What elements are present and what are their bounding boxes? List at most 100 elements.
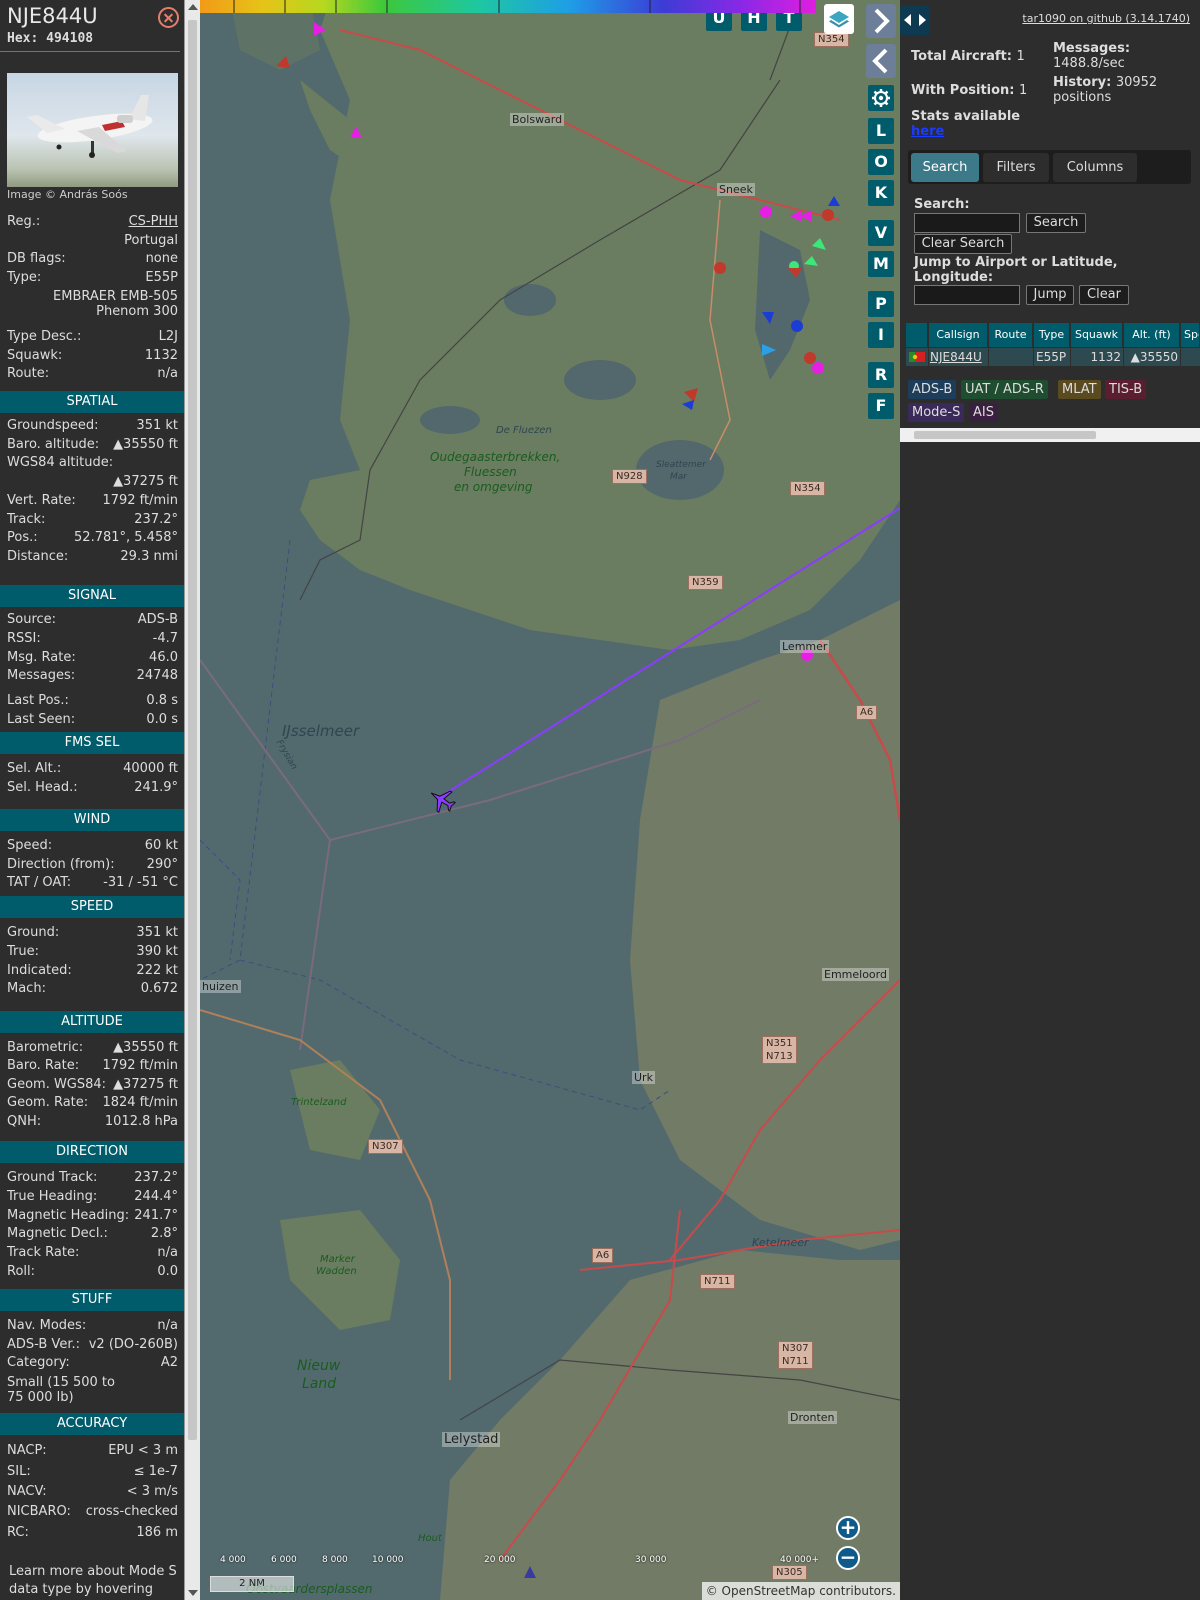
chip-tisb[interactable]: TIS-B (1105, 380, 1147, 399)
jump-label-line1: Jump to Airport or Latitude, (914, 255, 1118, 270)
version-link[interactable]: tar1090 on github (3.14.1740) (1022, 12, 1190, 25)
row-speed-3-label: Mach: (7, 981, 46, 996)
tab-filters[interactable]: Filters (983, 153, 1049, 182)
chevron-right-icon (874, 8, 890, 34)
header-squawk[interactable]: Squawk (1071, 323, 1123, 347)
row-speed-2-label: Indicated: (7, 963, 72, 978)
row-stuff-1-value: v2 (DO-260B) (88, 1337, 178, 1352)
map-canvas[interactable]: Bolsward Sneek Lemmer Emmeloord Urk Dron… (200, 0, 900, 1600)
row-accuracy-2-label: NACV: (7, 1484, 47, 1499)
header-route[interactable]: Route (989, 323, 1033, 347)
map-button-p[interactable]: P (868, 291, 894, 317)
chip-uat[interactable]: UAT / ADS-R (961, 380, 1048, 399)
jump-button[interactable]: Jump (1026, 285, 1074, 305)
category-desc-line2: 75 000 lb) (7, 1390, 74, 1405)
row-wind-2-label: TAT / OAT: (7, 875, 72, 890)
clear-search-button[interactable]: Clear Search (914, 234, 1012, 254)
info-basic-2-value: none (145, 251, 178, 266)
row-spatial-1-label: Baro. altitude: (7, 437, 100, 452)
info-basic-0[interactable]: Reg.: CS-PHH (7, 214, 178, 233)
row-direction-3: Magnetic Decl.: 2.8° (7, 1226, 178, 1245)
place-dronten: Dronten (788, 1411, 837, 1424)
row-signal-1-value: -4.7 (152, 631, 178, 646)
row-signal-3-value: 24748 (136, 668, 178, 683)
chip-ais[interactable]: AIS (969, 403, 998, 422)
place-emmeloord: Emmeloord (822, 968, 889, 981)
row-accuracy-1-label: SIL: (7, 1464, 31, 1479)
chip-mlat[interactable]: MLAT (1058, 380, 1101, 399)
map-button-m[interactable]: M (868, 251, 894, 277)
map-button-f[interactable]: F (868, 393, 894, 419)
road-n305: N305 (772, 1565, 807, 1580)
row-callsign[interactable]: NJE844U (929, 348, 988, 366)
row-speed-1-value: 390 kt (136, 944, 178, 959)
next-aircraft-button[interactable] (866, 4, 896, 38)
header-callsign[interactable]: Callsign (929, 323, 988, 347)
stats-label: Stats available (911, 109, 1021, 124)
row-spatial-3-value: ▲37275 ft (113, 474, 178, 489)
header-type[interactable]: Type (1034, 323, 1070, 347)
scroll-down-icon[interactable] (188, 1590, 198, 1596)
row-altitude-1-label: Baro. Rate: (7, 1058, 80, 1073)
row-signal-4-value: 0.8 s (146, 693, 178, 708)
accuracy-footer-line2: data type by hovering over (9, 1582, 153, 1600)
tab-search[interactable]: Search (911, 153, 979, 182)
row-signal-2-label: Msg. Rate: (7, 650, 76, 665)
alt-label-20000: 20 000 (484, 1555, 516, 1565)
layers-button[interactable] (824, 4, 854, 34)
prev-aircraft-button[interactable] (866, 44, 896, 78)
row-signal-1: RSSI: -4.7 (7, 631, 178, 650)
settings-button[interactable] (868, 85, 894, 111)
jump-input[interactable] (914, 285, 1020, 305)
table-horizontal-scrollbar[interactable] (900, 428, 1200, 442)
clear-jump-button[interactable]: Clear (1079, 285, 1129, 305)
area-oudega-2: Fluessen (464, 465, 517, 479)
road-n928: N928 (612, 469, 647, 484)
chip-adsb[interactable]: ADS-B (908, 380, 957, 399)
info-basic-0-value[interactable]: CS-PHH (129, 214, 178, 229)
row-wind-2-value: -31 / -51 °C (103, 875, 178, 890)
zoom-in-button[interactable]: + (836, 1516, 860, 1540)
search-input[interactable] (914, 213, 1020, 233)
row-altitude-1: Baro. Rate: 1792 ft/min (7, 1058, 178, 1077)
stats-link[interactable]: here (911, 124, 944, 139)
map-button-k[interactable]: K (868, 180, 894, 206)
map-button-r[interactable]: R (868, 362, 894, 388)
scroll-up-icon[interactable] (188, 4, 198, 10)
row-speed-2: Indicated: 222 kt (7, 963, 178, 982)
row-spatial-7: Distance: 29.3 nmi (7, 549, 178, 568)
chip-modes[interactable]: Mode-S (908, 403, 965, 422)
row-altitude-0: Barometric: ▲35550 ft (7, 1040, 178, 1059)
header-speed[interactable]: Spd (1181, 323, 1200, 347)
info-basic-1: Portugal (7, 233, 178, 252)
table-scrollbar-thumb[interactable] (914, 431, 1096, 439)
jet-photo-graphic (27, 95, 153, 158)
aircraft-photo[interactable] (7, 73, 178, 187)
zoom-out-button[interactable]: − (836, 1546, 860, 1570)
sidebar-toggle-button[interactable] (900, 5, 930, 35)
row-signal-5-value: 0.0 s (146, 712, 178, 727)
info-basic-3-value: E55P (145, 270, 178, 285)
layers-icon (829, 11, 849, 28)
map-button-l[interactable]: L (868, 118, 894, 144)
row-accuracy-4-value: 186 m (136, 1525, 178, 1540)
map-button-o[interactable]: O (868, 149, 894, 175)
search-button[interactable]: Search (1026, 213, 1086, 233)
header-flag[interactable] (906, 323, 928, 347)
map-attribution[interactable]: © OpenStreetMap contributors. (701, 1582, 900, 1600)
map-button-i[interactable]: I (868, 322, 894, 348)
section-accuracy: ACCURACY (0, 1413, 184, 1435)
scrollbar-thumb[interactable] (188, 20, 197, 1440)
row-signal-3: Messages: 24748 (7, 668, 178, 687)
alt-label-30000: 30 000 (635, 1555, 667, 1565)
map-scale: 2 NM (210, 1576, 294, 1592)
tab-columns[interactable]: Columns (1053, 153, 1137, 182)
close-icon[interactable] (158, 7, 179, 28)
map-button-v[interactable]: V (868, 220, 894, 246)
header-altitude[interactable]: Alt. (ft) (1124, 323, 1180, 347)
info-panel-scrollbar[interactable] (184, 0, 200, 1600)
alt-label-6000: 6 000 (271, 1555, 297, 1565)
row-altitude-2-label: Geom. WGS84: (7, 1077, 107, 1092)
photo-credit: Image © András Soós (7, 188, 128, 201)
place-bolsward: Bolsward (510, 113, 565, 126)
